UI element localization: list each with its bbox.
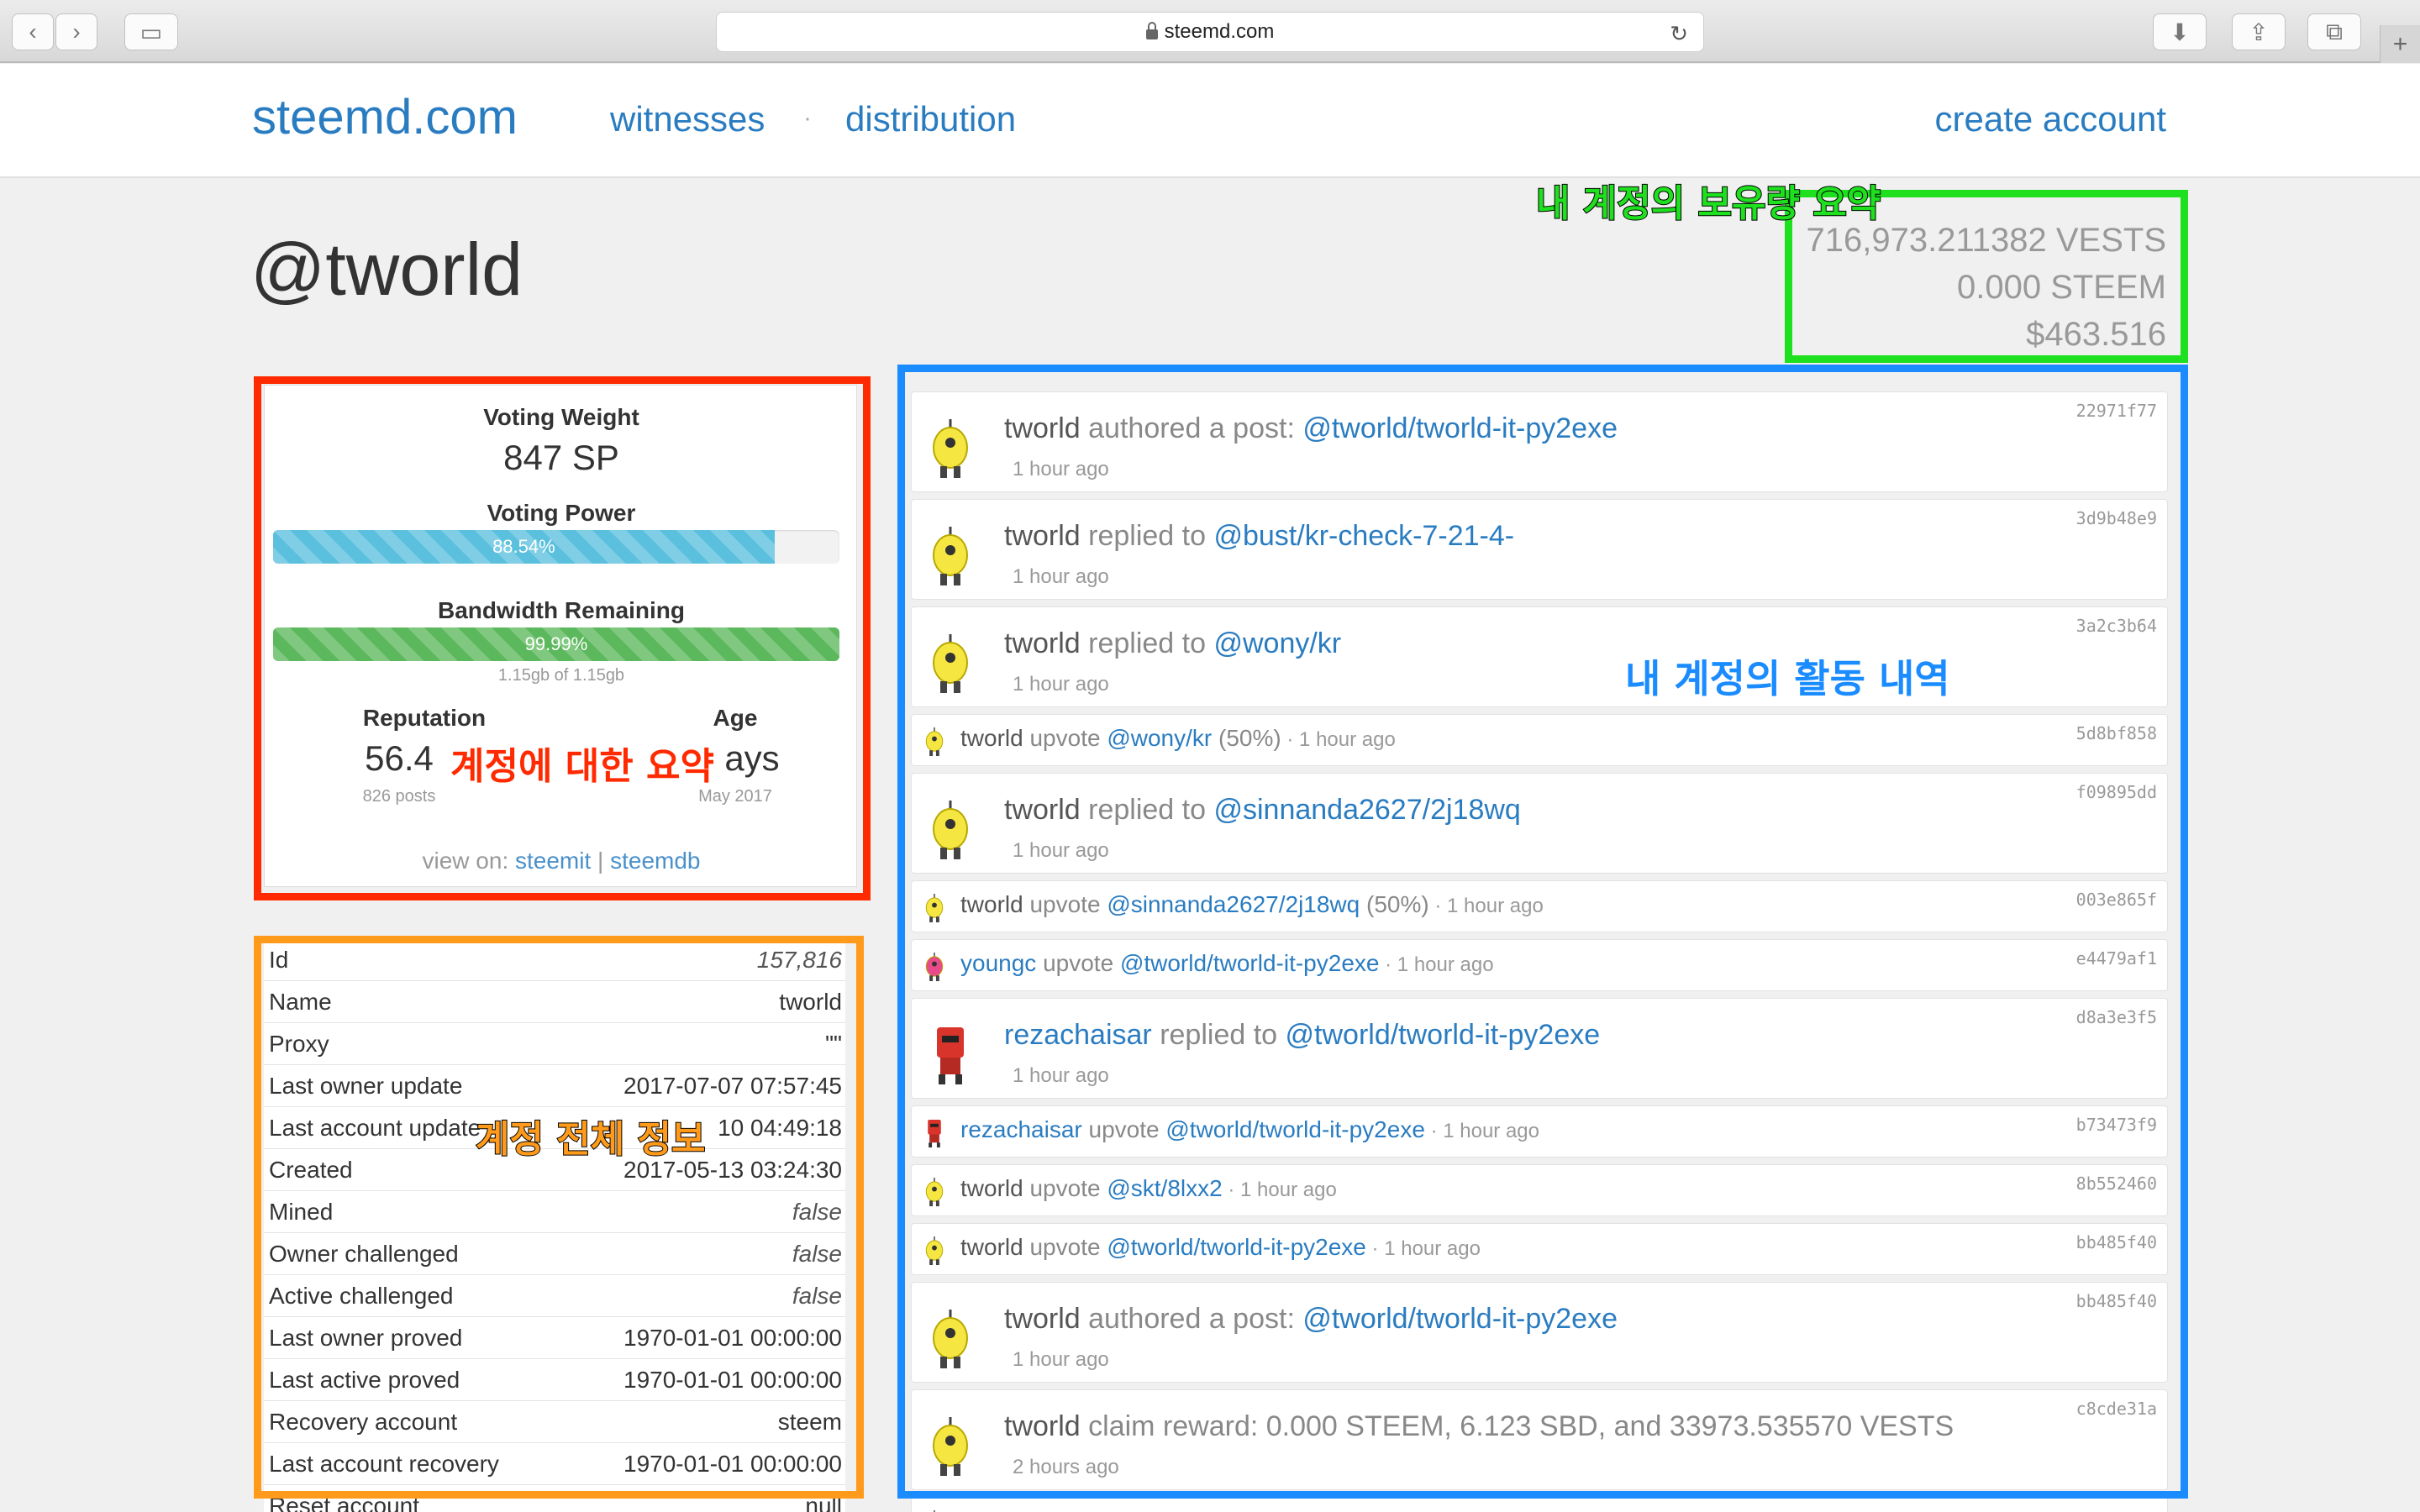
- annotation-full-info: 계정 전체 정보: [475, 1117, 707, 1162]
- plus-icon: +: [2392, 29, 2408, 58]
- annotation-holdings: 내 계정의 보유량 요약: [1535, 181, 1881, 226]
- new-tab-button[interactable]: +: [2380, 25, 2420, 63]
- annotation-activity: 내 계정의 활동 내역: [1624, 655, 1951, 702]
- chevron-left-icon: ‹: [29, 18, 37, 45]
- sidebar-icon: ▭: [139, 18, 163, 45]
- activity-text: tworld curation reward: 0.013 SP for @su…: [960, 1508, 1694, 1512]
- share-icon: ⇪: [2249, 18, 2269, 45]
- activity-link[interactable]: @sukjunko/6bpeym-4: [1342, 1508, 1570, 1512]
- url-text: steemd.com: [1164, 20, 1275, 43]
- brand-link[interactable]: steemd.com: [252, 89, 518, 145]
- nav-distribution[interactable]: distribution: [845, 99, 1016, 139]
- activity-user[interactable]: tworld: [960, 1508, 1023, 1512]
- download-icon: ⬇: [2170, 18, 2190, 45]
- nav-witnesses[interactable]: witnesses: [610, 99, 765, 139]
- sidebar-button[interactable]: ▭: [124, 13, 178, 50]
- lock-icon: [1145, 22, 1158, 39]
- site-navbar: steemd.com witnesses · distribution crea…: [0, 64, 2420, 178]
- annotation-box-summary: [254, 376, 871, 900]
- reload-icon[interactable]: ↻: [1670, 21, 1688, 47]
- back-button[interactable]: ‹: [12, 13, 54, 50]
- annotation-box-full-info: [254, 936, 864, 1499]
- account-title: @tworld: [250, 228, 523, 311]
- nav-create-account[interactable]: create account: [1934, 99, 2166, 139]
- downloads-button[interactable]: ⬇: [2153, 13, 2207, 50]
- forward-button[interactable]: ›: [55, 13, 97, 50]
- chevron-right-icon: ›: [72, 18, 81, 45]
- browser-toolbar: ‹ › ▭ steemd.com ↻ ⬇ ⇪ ⧉ +: [0, 0, 2420, 63]
- annotation-summary: 계정에 대한 요약: [450, 744, 715, 789]
- activity-item: tworld curation reward: 0.013 SP for @su…: [911, 1497, 2168, 1512]
- annotation-box-activity: [897, 365, 2188, 1499]
- share-button[interactable]: ⇪: [2232, 13, 2286, 50]
- nav-separator: ·: [803, 104, 812, 132]
- tabs-icon: ⧉: [2326, 18, 2343, 45]
- address-bar[interactable]: steemd.com ↻: [716, 12, 1704, 52]
- tabs-button[interactable]: ⧉: [2307, 13, 2361, 50]
- activity-action: curation reward: 0.013 SP for: [1023, 1508, 1342, 1512]
